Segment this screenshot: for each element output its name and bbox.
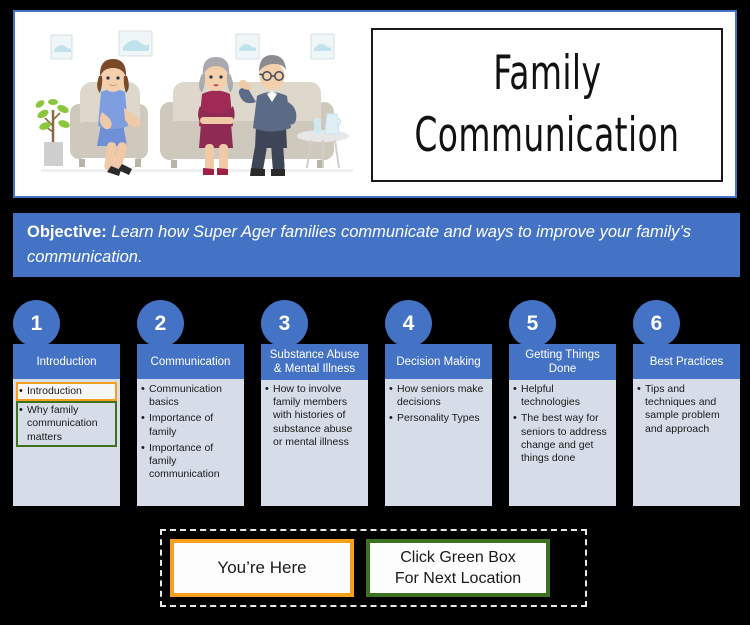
list-item[interactable]: Tips and techniques and sample problem a… [636,382,737,437]
hero-panel: Family Communication [13,10,737,198]
list-item[interactable]: The best way for seniors to address chan… [512,411,613,466]
module-number-badge-3: 3 [261,300,308,347]
legend-panel: You’re Here Click Green Box For Next Loc… [160,529,587,607]
module-column-3[interactable]: 3 Substance Abuse & Mental Illness How t… [261,300,368,506]
bullet-list-1: Introduction Why family communication ma… [16,382,117,447]
legend-next-location[interactable]: Click Green Box For Next Location [366,539,550,597]
list-item-next[interactable]: Why family communication matters [16,401,117,447]
list-item[interactable]: Importance of family communication [140,441,241,483]
module-body-1: Introduction Why family communication ma… [13,379,120,506]
legend-next-label-line1: Click Green Box [400,549,516,566]
module-column-4[interactable]: 4 Decision Making How seniors make decis… [385,300,492,506]
page-title-line-2: Communication [414,108,680,163]
list-item[interactable]: How seniors make decisions [388,382,489,410]
module-column-6[interactable]: 6 Best Practices Tips and techniques and… [633,300,740,506]
bullet-list-2: Communication basics Importance of famil… [140,382,241,482]
objective-text: Objective: Learn how Super Ager families… [27,220,726,270]
module-column-1[interactable]: 1 Introduction Introduction Why family c… [13,300,120,506]
legend-current-location: You’re Here [170,539,354,597]
module-body-4: How seniors make decisions Personality T… [385,379,492,506]
objective-banner: Objective: Learn how Super Ager families… [13,213,740,277]
module-columns: 1 Introduction Introduction Why family c… [13,300,740,506]
module-body-5: Helpful technologies The best way for se… [509,379,616,506]
objective-label: Objective: [27,223,107,241]
list-item[interactable]: Helpful technologies [512,382,613,410]
module-header-3: Substance Abuse & Mental Illness [261,344,368,380]
module-column-5[interactable]: 5 Getting Things Done Helpful technologi… [509,300,616,506]
module-number-badge-5: 5 [509,300,556,347]
module-number-badge-2: 2 [137,300,184,347]
list-item[interactable]: Importance of family [140,411,241,439]
module-header-4: Decision Making [385,344,492,379]
module-number-badge-6: 6 [633,300,680,347]
bullet-list-3: How to involve family members with histo… [264,382,365,450]
bullet-list-4: How seniors make decisions Personality T… [388,382,489,427]
bullet-list-5: Helpful technologies The best way for se… [512,382,613,466]
module-header-5: Getting Things Done [509,344,616,380]
family-conversation-illustration [23,14,368,194]
module-body-2: Communication basics Importance of famil… [137,379,244,506]
module-header-2: Communication [137,344,244,379]
module-column-2[interactable]: 2 Communication Communication basics Imp… [137,300,244,506]
module-body-3: How to involve family members with histo… [261,379,368,506]
list-item[interactable]: Personality Types [388,411,489,426]
list-item-current[interactable]: Introduction [16,382,117,402]
module-number-badge-4: 4 [385,300,432,347]
module-header-6: Best Practices [633,344,740,379]
legend-inner: You’re Here Click Green Box For Next Loc… [170,539,577,597]
page-title-line-1: Family [492,45,602,101]
legend-next-label-line2: For Next Location [394,570,522,587]
slide-title-box: Family Communication [371,28,723,182]
list-item[interactable]: How to involve family members with histo… [264,382,365,450]
list-item[interactable]: Communication basics [140,382,241,410]
module-number-badge-1: 1 [13,300,60,347]
slide-root: Family Communication Objective: Learn ho… [0,0,750,625]
legend-current-label: You’re Here [217,558,307,577]
module-header-1: Introduction [13,344,120,379]
objective-body: Learn how Super Ager families communicat… [27,223,691,266]
bullet-list-6: Tips and techniques and sample problem a… [636,382,737,437]
module-body-6: Tips and techniques and sample problem a… [633,379,740,506]
